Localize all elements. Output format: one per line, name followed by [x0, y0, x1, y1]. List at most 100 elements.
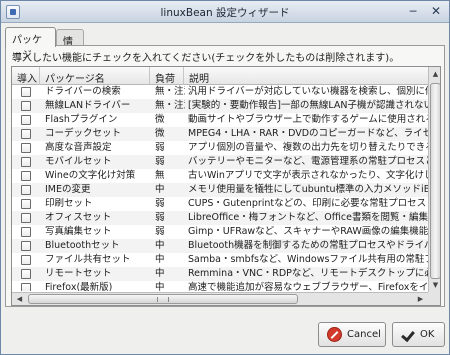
package-name: Bluetoothセット: [45, 240, 120, 251]
package-load: 弱: [155, 226, 165, 237]
package-load: 弱: [155, 212, 165, 223]
package-description: バッテリーやモニターなど、電源管理系の常駐プロセスと設定ファ: [188, 156, 428, 167]
table-row[interactable]: コーデックセット 微 MPEG4・LHA・RAR・DVDのコピーガードなど、ライセン…: [12, 127, 428, 141]
package-load: 微: [155, 114, 165, 125]
package-load: 中: [155, 268, 165, 279]
table-row[interactable]: Firefox(最新版) 中 高速で機能追加が容易なウェブブラウザー、Firefox…: [12, 281, 428, 291]
package-name: コーデックセット: [45, 128, 122, 139]
install-checkbox[interactable]: [21, 185, 31, 195]
install-checkbox[interactable]: [21, 213, 31, 223]
package-name: Firefox(最新版): [45, 282, 113, 291]
instruction-text: 導入したい機能にチェックを入れてください(チェックを外したものは削除されます)。: [12, 53, 400, 64]
table-row[interactable]: 高度な音声設定 弱 アプリ個別の音量や、複数の出力先を切り替えたりできるソフトウ: [12, 141, 428, 155]
install-checkbox-cell: [12, 267, 40, 281]
package-load: 無・注意: [155, 100, 185, 111]
package-name: オフィスセット: [45, 212, 112, 223]
scroll-down-icon[interactable]: ▼: [430, 280, 440, 291]
package-description: メモリ使用量を犠牲にしてubuntu標準の入力メソッドiBus-Mozc: [188, 184, 428, 195]
table-header: 導入 パッケージ名 負荷 説明: [12, 67, 428, 85]
package-description: LibreOffice・梅フォントなど、Office書類を閲覧・編集するために: [188, 212, 428, 223]
table-row[interactable]: 写真編集セット 弱 Gimp・UFRawなど、スキャナーやRAW画像の編集機能をイン…: [12, 225, 428, 239]
install-checkbox-cell: [12, 239, 40, 253]
package-load: 中: [155, 240, 165, 251]
install-checkbox-cell: [12, 225, 40, 239]
package-description: アプリ個別の音量や、複数の出力先を切り替えたりできるソフトウ: [188, 142, 428, 153]
package-load: 微: [155, 128, 165, 139]
packages-panel: 導入したい機能にチェックを入れてください(チェックを外したものは削除されます)。…: [5, 45, 445, 307]
install-checkbox[interactable]: [21, 241, 31, 251]
ok-button-label: OK: [420, 329, 435, 340]
package-name: 無線LANドライバー: [45, 100, 131, 111]
table-row[interactable]: ファイル共有セット 中 Samba・smbfsなど、Windowsファイル共有用の常…: [12, 253, 428, 267]
install-checkbox-cell: [12, 197, 40, 211]
install-checkbox-cell: [12, 253, 40, 267]
tab-info[interactable]: 情報: [56, 29, 84, 63]
scroll-left-icon[interactable]: ◀: [14, 294, 25, 305]
horizontal-scroll-thumb[interactable]: [28, 294, 298, 304]
table-row[interactable]: 無線LANドライバー 無・注意[実験的・要動作報告]一部の無線LAN子機が認識され…: [12, 99, 428, 113]
install-checkbox-cell: [12, 169, 40, 183]
table-body: ドライバーの検索無・注意汎用ドライバーが対応していない機器を検索し、個別に修正を…: [12, 85, 428, 291]
tab-packages[interactable]: パッケージ: [5, 27, 56, 61]
install-checkbox[interactable]: [21, 157, 31, 167]
table-row[interactable]: IMEの変更 中 メモリ使用量を犠牲にしてubuntu標準の入力メソッドiBus-M…: [12, 183, 428, 197]
package-description: Bluetooth機器を制御するための常駐プロセスやドライバー類を: [188, 240, 428, 251]
package-description: [実験的・要動作報告]一部の無線LAN子機が認識されない問題: [188, 100, 428, 111]
table-row[interactable]: モバイルセット 弱 バッテリーやモニターなど、電源管理系の常駐プロセスと設定ファ: [12, 155, 428, 169]
install-checkbox[interactable]: [21, 269, 31, 279]
scroll-right-icon[interactable]: ▶: [415, 294, 426, 305]
scroll-up-icon[interactable]: ▲: [430, 69, 440, 80]
package-name: Flashプラグイン: [45, 114, 118, 125]
ok-button[interactable]: OK: [392, 322, 445, 347]
install-checkbox[interactable]: [21, 199, 31, 209]
install-checkbox-cell: [12, 113, 40, 127]
table-row[interactable]: オフィスセット 弱 LibreOffice・梅フォントなど、Office書類を閲覧・…: [12, 211, 428, 225]
column-header-load[interactable]: 負荷: [150, 67, 184, 85]
column-header-install[interactable]: 導入: [12, 67, 40, 85]
package-description: 高速で機能追加が容易なウェブブラウザー、Firefoxをインストール: [188, 282, 428, 291]
package-load: 弱: [155, 142, 165, 153]
install-checkbox[interactable]: [21, 283, 31, 291]
table-row[interactable]: Flashプラグイン 微 動画サイトやブラウザー上で動作するゲームに使用される、Ad…: [12, 113, 428, 127]
table-row[interactable]: 印刷セット 弱 CUPS・Gutenprintなどの、印刷に必要な常駐プロセス・汎用…: [12, 197, 428, 211]
table-row[interactable]: ドライバーの検索 無・注意汎用ドライバーが対応していない機器を検索し、個別に修正を…: [12, 85, 428, 99]
package-name: IMEの変更: [45, 184, 91, 195]
install-checkbox[interactable]: [21, 115, 31, 125]
install-checkbox[interactable]: [21, 87, 31, 97]
horizontal-scrollbar[interactable]: ◀ ▶: [12, 292, 428, 305]
table-row[interactable]: Wineの文字化け対策 無 古いWinアプリで文字が表示されなかったり、文字化けした…: [12, 169, 428, 183]
package-name: 印刷セット: [45, 198, 93, 209]
column-header-description[interactable]: 説明: [184, 67, 428, 85]
close-icon[interactable]: ✕: [429, 5, 443, 19]
column-header-name[interactable]: パッケージ名: [40, 67, 150, 85]
package-load: 中: [155, 254, 165, 265]
title-bar: linuxBean 設定ウィザード ─ ✕: [1, 1, 449, 23]
install-checkbox[interactable]: [21, 255, 31, 265]
vertical-scroll-thumb[interactable]: [430, 83, 440, 279]
install-checkbox-cell: [12, 155, 40, 169]
package-load: 弱: [155, 156, 165, 167]
install-checkbox-cell: [12, 99, 40, 113]
install-checkbox[interactable]: [21, 227, 31, 237]
package-description: 古いWinアプリで文字が表示されなかったり、文字化けしたりする: [188, 170, 428, 181]
minimize-icon[interactable]: ─: [406, 5, 420, 19]
package-description: Gimp・UFRawなど、スキャナーやRAW画像の編集機能をインスト: [188, 226, 428, 237]
package-load: 無・注意: [155, 86, 185, 97]
package-name: 高度な音声設定: [45, 142, 112, 153]
package-list: 導入 パッケージ名 負荷 説明 ドライバーの検索無・注意汎用ドライバーが対応して…: [11, 66, 441, 306]
install-checkbox-cell: [12, 183, 40, 197]
install-checkbox[interactable]: [21, 101, 31, 111]
table-row[interactable]: リモートセット 中 Remmina・VNC・RDPなど、リモートデスクトップに必要な…: [12, 267, 428, 281]
install-checkbox[interactable]: [21, 171, 31, 181]
cancel-button[interactable]: Cancel: [318, 322, 386, 347]
install-checkbox[interactable]: [21, 143, 31, 153]
table-row[interactable]: Bluetoothセット 中 Bluetooth機器を制御するための常駐プロセスやド…: [12, 239, 428, 253]
vertical-scrollbar[interactable]: ▲ ▼: [428, 67, 440, 293]
package-name: ドライバーの検索: [45, 86, 121, 97]
package-description: CUPS・Gutenprintなどの、印刷に必要な常駐プロセス・汎用ド: [188, 198, 428, 209]
install-checkbox[interactable]: [21, 129, 31, 139]
package-description: 動画サイトやブラウザー上で動作するゲームに使用される、Adobe: [188, 114, 428, 125]
cancel-button-label: Cancel: [347, 329, 381, 340]
package-load: 弱: [155, 198, 165, 209]
window-title: linuxBean 設定ウィザード: [160, 7, 290, 19]
